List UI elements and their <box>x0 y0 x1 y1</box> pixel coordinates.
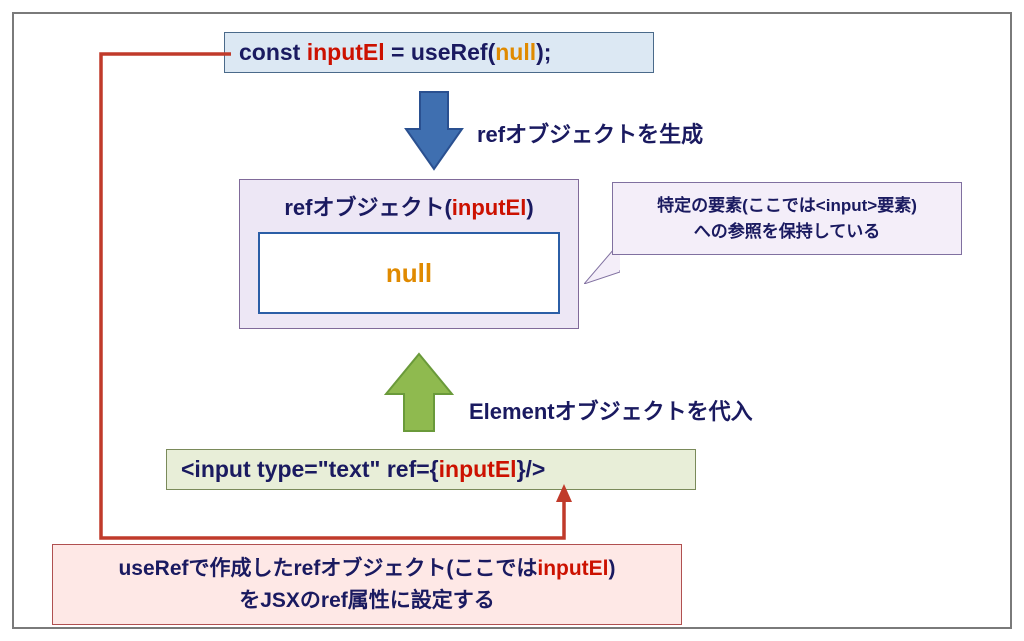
note-box: useRefで作成したrefオブジェクト(ここではinputEl) をJSXのr… <box>52 544 682 625</box>
note-line2: をJSXのref属性に設定する <box>239 589 495 612</box>
arrow-connector-red-icon <box>89 22 579 547</box>
note-line1-var: inputEl <box>537 557 608 580</box>
diagram-frame: const inputEl = useRef(null); refオブジェクトを… <box>12 12 1012 629</box>
callout-line1: 特定の要素(ここでは<input>要素) <box>657 196 917 215</box>
note-line1-a: useRefで作成したrefオブジェクト(ここでは <box>118 557 537 580</box>
callout-box: 特定の要素(ここでは<input>要素) への参照を保持している <box>612 182 962 255</box>
note-line1-c: ) <box>609 557 616 580</box>
callout-line2: への参照を保持している <box>694 222 881 241</box>
